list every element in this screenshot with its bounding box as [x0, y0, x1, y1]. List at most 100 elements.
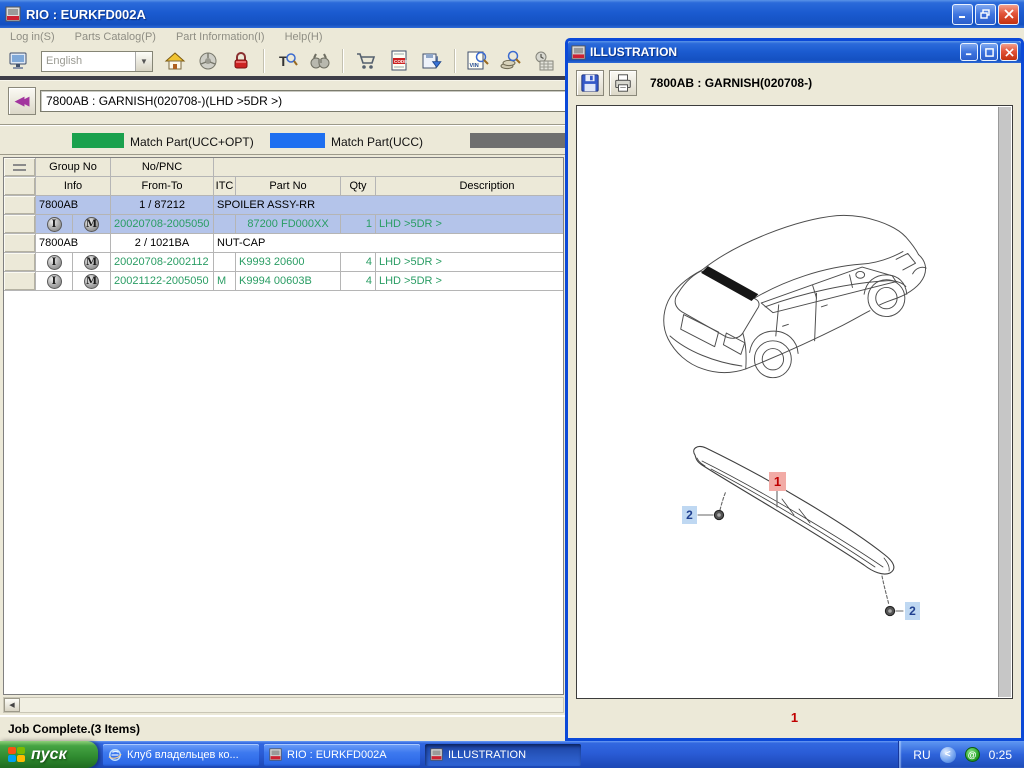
taskbar-item-illustration[interactable]: ILLUSTRATION [425, 744, 581, 766]
header-from-to: From-To [111, 177, 214, 195]
minimize-icon [965, 48, 974, 56]
keyboard-language-indicator[interactable]: RU [913, 748, 930, 762]
restore-button[interactable] [975, 4, 996, 25]
table-row-part[interactable]: I M 20021122-2005050 M K9994 00603B 4 LH… [4, 272, 564, 291]
breadcrumb[interactable]: 7800AB : GARNISH(020708-)(LHD >5DR >) [40, 90, 566, 112]
vin-search-icon: VIN [466, 50, 490, 72]
code-document-button[interactable]: CODE [384, 48, 414, 74]
close-button[interactable] [998, 4, 1019, 25]
table-row-part[interactable]: I M 20020708-2005050 87200 FD000XX 1 LHD… [4, 215, 564, 234]
taskbar-item-rio[interactable]: RIO : EURKFD002A [264, 744, 420, 766]
cell-group-no: 7800AB [36, 234, 111, 252]
memo-button[interactable]: M [73, 253, 111, 271]
messenger-tray-icon[interactable]: @ [965, 747, 980, 762]
memo-button[interactable]: M [73, 215, 111, 233]
logout-lock-button[interactable] [226, 48, 256, 74]
app-icon [571, 45, 586, 60]
row-header[interactable] [4, 196, 36, 214]
cell-itc [214, 253, 236, 271]
menu-login[interactable]: Log in(S) [10, 31, 55, 43]
info-button[interactable]: I [36, 272, 73, 290]
parts-price-search-button[interactable] [496, 48, 526, 74]
memo-icon: M [84, 217, 99, 232]
language-select[interactable]: English ▼ [41, 51, 153, 72]
print-button[interactable] [609, 70, 637, 96]
memo-icon: M [84, 255, 99, 270]
back-icon: ◀◀ [15, 93, 25, 109]
maximize-button[interactable] [980, 43, 998, 61]
home-button[interactable] [160, 48, 190, 74]
home-icon [164, 51, 186, 71]
page-number: 1 [791, 710, 798, 725]
row-header[interactable] [4, 253, 36, 271]
cell-from-to: 20020708-2002112 [111, 253, 214, 271]
toolbar-separator [454, 49, 456, 73]
scroll-left-icon[interactable]: ◀ [4, 698, 20, 712]
table-row-group[interactable]: 7800AB 2 / 1021BA NUT-CAP [4, 234, 564, 253]
taskbar-item-browser[interactable]: Клуб владельцев ко... [103, 744, 259, 766]
maximize-icon [985, 48, 994, 57]
schedule-button[interactable] [529, 48, 559, 74]
table-corner[interactable] [4, 158, 36, 176]
parts-table: Group No No/PNC Info From-To ITC Part No… [3, 157, 564, 695]
callout-2-left[interactable]: 2 [682, 506, 697, 524]
illustration-vertical-scrollbar[interactable] [998, 107, 1011, 697]
callout-1[interactable]: 1 [769, 472, 786, 491]
info-icon: I [47, 217, 62, 232]
vin-search-button[interactable]: VIN [463, 48, 493, 74]
back-button[interactable]: ◀◀ [8, 87, 36, 115]
menu-help[interactable]: Help(H) [285, 31, 323, 43]
save-image-button[interactable] [576, 70, 604, 96]
callout-2-right[interactable]: 2 [905, 602, 920, 620]
clock: 0:25 [989, 748, 1012, 762]
cell-part-no: K9993 20600 [236, 253, 341, 271]
chevron-down-icon[interactable]: ▼ [135, 52, 152, 71]
language-value: English [42, 52, 135, 71]
table-horizontal-scrollbar[interactable]: ◀ [3, 697, 564, 713]
close-button[interactable] [1000, 43, 1018, 61]
illustration-status-bar: 1 [568, 699, 1021, 736]
memo-icon: M [84, 274, 99, 289]
system-monitor-icon [8, 51, 30, 71]
menu-parts-catalog[interactable]: Parts Catalog(P) [75, 31, 156, 43]
illustration-titlebar: ILLUSTRATION [568, 41, 1021, 63]
text-search-icon: T [276, 51, 298, 71]
table-row-part[interactable]: I M 20020708-2002112 K9993 20600 4 LHD >… [4, 253, 564, 272]
illustration-part-title: 7800AB : GARNISH(020708-) [650, 76, 812, 90]
cell-no-pnc: 2 / 1021BA [111, 234, 214, 252]
info-button[interactable]: I [36, 215, 73, 233]
header-group-no: Group No [36, 158, 111, 176]
taskbar: пуск Клуб владельцев ко... RIO : EURKFD0… [0, 741, 1024, 768]
cell-group-no: 7800AB [36, 196, 111, 214]
cell-part-name: SPOILER ASSY-RR [214, 196, 564, 214]
illustration-canvas: 1 2 2 [576, 105, 1013, 699]
steering-wheel-button[interactable] [193, 48, 223, 74]
save-import-button[interactable] [417, 48, 447, 74]
text-search-button[interactable]: T [272, 48, 302, 74]
callout-1-label: 1 [774, 474, 781, 489]
memo-button[interactable]: M [73, 272, 111, 290]
start-button[interactable]: пуск [0, 741, 98, 768]
cell-qty: 4 [341, 272, 376, 290]
info-icon: I [47, 255, 62, 270]
row-header[interactable] [4, 234, 36, 252]
minimize-button[interactable] [960, 43, 978, 61]
cell-part-name: NUT-CAP [214, 234, 564, 252]
legend-label-ucc: Match Part(UCC) [331, 135, 423, 149]
table-row-group[interactable]: 7800AB 1 / 87212 SPOILER ASSY-RR [4, 196, 564, 215]
toolbar-separator [263, 49, 265, 73]
cart-button[interactable] [351, 48, 381, 74]
row-header[interactable] [4, 215, 36, 233]
menu-part-information[interactable]: Part Information(I) [176, 31, 265, 43]
hide-icons-chevron[interactable]: < [940, 747, 956, 763]
header-itc: ITC [214, 177, 236, 195]
info-button[interactable]: I [36, 253, 73, 271]
parts-price-search-icon [499, 50, 523, 72]
row-header[interactable] [4, 272, 36, 290]
minimize-button[interactable] [952, 4, 973, 25]
cell-qty: 1 [341, 215, 376, 233]
binoculars-button[interactable] [305, 48, 335, 74]
cell-itc [214, 215, 236, 233]
system-monitor-button[interactable] [4, 48, 34, 74]
info-icon: I [47, 274, 62, 289]
